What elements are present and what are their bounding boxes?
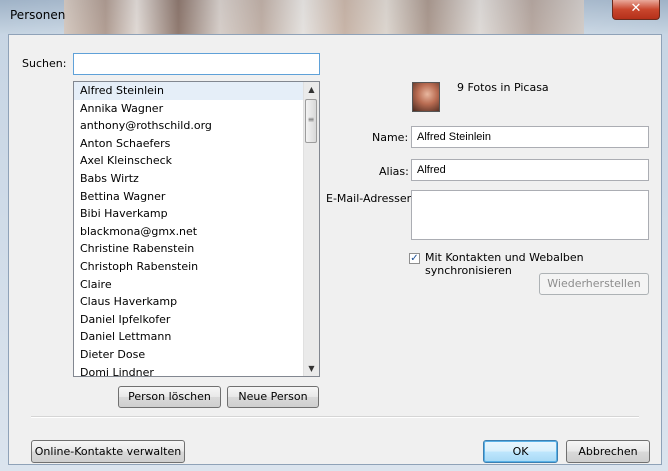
- people-listbox[interactable]: Alfred Steinlein Annika Wagner anthony@rot…: [73, 81, 320, 377]
- delete-person-button[interactable]: Person löschen: [118, 386, 221, 408]
- window-title: Personen: [10, 8, 66, 22]
- photo-strip-decoration: [64, 0, 584, 34]
- list-item[interactable]: Babs Wirtz: [74, 170, 319, 188]
- list-scrollbar[interactable]: ▲ ≡ ▼: [303, 82, 319, 376]
- search-label: Suchen:: [22, 57, 67, 70]
- list-item[interactable]: Bettina Wagner: [74, 188, 319, 206]
- list-item[interactable]: Anton Schaefers: [74, 135, 319, 153]
- email-field[interactable]: [411, 190, 649, 240]
- list-item[interactable]: Christoph Rabenstein: [74, 258, 319, 276]
- photo-count-text: 9 Fotos in Picasa: [457, 81, 549, 94]
- search-input[interactable]: [73, 53, 320, 75]
- name-label: Name:: [372, 131, 409, 144]
- alias-label: Alias:: [379, 165, 409, 178]
- list-item[interactable]: Claus Haverkamp: [74, 293, 319, 311]
- list-item[interactable]: Alfred Steinlein: [74, 82, 319, 100]
- list-item[interactable]: anthony@rothschild.org: [74, 117, 319, 135]
- person-photo-icon: [412, 82, 440, 112]
- list-item[interactable]: Claire: [74, 276, 319, 294]
- list-item[interactable]: Annika Wagner: [74, 100, 319, 118]
- cancel-button[interactable]: Abbrechen: [566, 440, 650, 463]
- email-label: E-Mail-Adressen:: [326, 192, 418, 205]
- list-item[interactable]: Axel Kleinscheck: [74, 152, 319, 170]
- list-item[interactable]: blackmona@gmx.net: [74, 223, 319, 241]
- list-item[interactable]: Bibi Haverkamp: [74, 205, 319, 223]
- people-list-items: Alfred Steinlein Annika Wagner anthony@rot…: [74, 82, 319, 377]
- list-item[interactable]: Domi Lindner: [74, 364, 319, 377]
- alias-field[interactable]: [411, 159, 649, 181]
- personen-dialog: Personen ✕ Suchen: Alfred Steinlein Annik…: [0, 0, 668, 471]
- new-person-button[interactable]: Neue Person: [227, 386, 319, 408]
- title-bar: Personen ✕: [0, 0, 668, 34]
- list-item[interactable]: Christine Rabenstein: [74, 240, 319, 258]
- list-item[interactable]: Dieter Dose: [74, 346, 319, 364]
- name-field[interactable]: [411, 126, 649, 148]
- scroll-down-icon[interactable]: ▼: [304, 361, 319, 376]
- sync-checkbox[interactable]: ✓: [409, 253, 420, 264]
- close-button[interactable]: ✕: [612, 0, 660, 20]
- manage-online-contacts-button[interactable]: Online-Kontakte verwalten: [31, 440, 185, 463]
- restore-button[interactable]: Wiederherstellen: [539, 273, 649, 295]
- footer-separator: [31, 416, 639, 418]
- dialog-client-area: Suchen: Alfred Steinlein Annika Wagner ant…: [8, 34, 662, 465]
- ok-button[interactable]: OK: [483, 440, 558, 463]
- list-item[interactable]: Daniel Lettmann: [74, 328, 319, 346]
- scroll-up-icon[interactable]: ▲: [304, 82, 319, 97]
- scroll-thumb[interactable]: ≡: [305, 99, 317, 143]
- list-item[interactable]: Daniel Ipfelkofer: [74, 311, 319, 329]
